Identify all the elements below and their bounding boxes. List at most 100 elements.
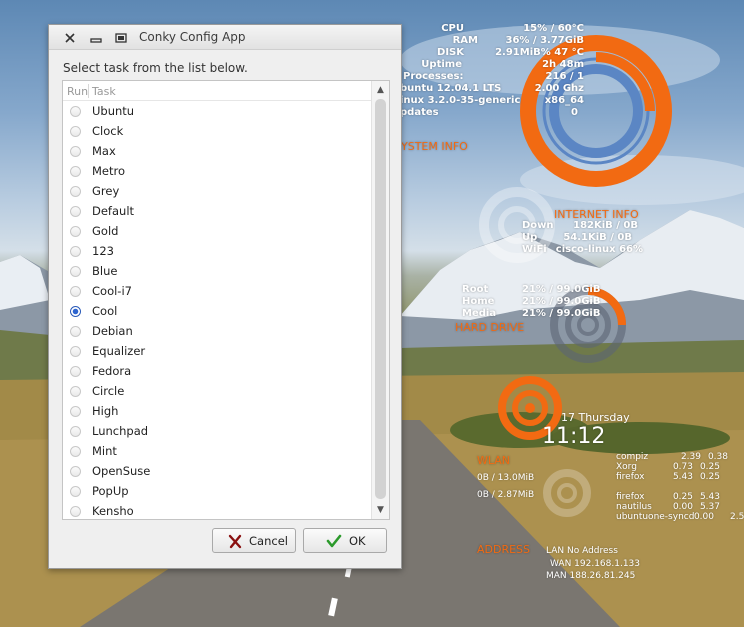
process-name: firefox — [616, 492, 645, 502]
window-title: Conky Config App — [139, 30, 246, 44]
window-titlebar[interactable]: Conky Config App — [49, 25, 401, 50]
task-row[interactable]: OpenSuse — [63, 461, 371, 481]
task-row[interactable]: Debian — [63, 321, 371, 341]
task-row[interactable]: Max — [63, 141, 371, 161]
task-label: Fedora — [92, 364, 132, 378]
run-radio-button[interactable] — [70, 106, 81, 117]
run-radio-button[interactable] — [70, 146, 81, 157]
ok-button[interactable]: OK — [303, 528, 387, 553]
task-row[interactable]: Cool — [63, 301, 371, 321]
run-radio-button[interactable] — [70, 206, 81, 217]
run-radio-button[interactable] — [70, 186, 81, 197]
ok-label: OK — [349, 534, 366, 548]
task-row[interactable]: Mint — [63, 441, 371, 461]
process-cpu: 2.39 — [680, 452, 701, 462]
task-row[interactable]: Fedora — [63, 361, 371, 381]
task-row[interactable]: Ubuntu — [63, 101, 371, 121]
task-row[interactable]: 123 — [63, 241, 371, 261]
run-radio-button[interactable] — [70, 226, 81, 237]
task-label: Lunchpad — [92, 424, 149, 438]
task-label: Ubuntu — [92, 104, 135, 118]
process-cpu: 0.00 — [693, 512, 714, 522]
task-row[interactable]: Equalizer — [63, 341, 371, 361]
conky-config-dialog: Conky Config App Select task from the li… — [48, 24, 402, 569]
run-radio-button[interactable] — [70, 306, 81, 317]
task-row[interactable]: Lunchpad — [63, 421, 371, 441]
sys-value: 216 / 1 — [545, 71, 584, 82]
run-radio-button[interactable] — [70, 326, 81, 337]
process-mem: 0.38 — [707, 452, 728, 462]
run-radio-button[interactable] — [70, 166, 81, 177]
sys-value: x86_64 — [544, 95, 584, 106]
run-radio-button[interactable] — [70, 386, 81, 397]
task-label: Cool-i7 — [92, 284, 132, 298]
task-list[interactable]: Run Task Ubuntu Clock Max Metro Grey Default G… — [62, 80, 390, 520]
net-label: Down — [522, 220, 554, 231]
cancel-button[interactable]: Cancel — [212, 528, 296, 553]
cancel-x-icon — [227, 533, 243, 549]
task-label: 123 — [92, 244, 114, 258]
sys-label: inux 3.2.0-35-generic — [400, 95, 521, 106]
run-radio-button[interactable] — [70, 406, 81, 417]
task-row[interactable]: Grey — [63, 181, 371, 201]
process-cpu: 0.25 — [672, 492, 693, 502]
column-divider — [88, 84, 89, 98]
task-rows: Ubuntu Clock Max Metro Grey Default Gold 123 Blu… — [63, 101, 371, 519]
task-row[interactable]: Clock — [63, 121, 371, 141]
maximize-icon[interactable] — [114, 30, 128, 44]
task-row[interactable]: High — [63, 401, 371, 421]
instruction-label: Select task from the list below. — [63, 61, 248, 75]
run-radio-button[interactable] — [70, 506, 81, 517]
task-label: PopUp — [92, 484, 129, 498]
sys-label: Processes: — [403, 71, 464, 82]
sys-value: 2.91MiB% 47 °C — [495, 47, 584, 58]
run-radio-button[interactable] — [70, 346, 81, 357]
task-row[interactable]: Kensho — [63, 501, 371, 519]
task-row[interactable]: Default — [63, 201, 371, 221]
process-cpu: 0.00 — [672, 502, 693, 512]
run-radio-button[interactable] — [70, 126, 81, 137]
process-mem: 0.25 — [699, 462, 720, 472]
process-name: compiz — [616, 452, 649, 462]
sys-label: buntu 12.04.1 LTS — [400, 83, 502, 94]
vertical-scrollbar[interactable]: ▲ ▼ — [371, 81, 389, 519]
run-radio-button[interactable] — [70, 286, 81, 297]
minimize-icon[interactable] — [89, 30, 103, 44]
man-address: MAN 188.26.81.245 — [546, 571, 636, 581]
sys-value: 2.00 Ghz — [534, 83, 584, 94]
sys-label: RAM — [452, 35, 478, 46]
run-radio-button[interactable] — [70, 426, 81, 437]
run-radio-button[interactable] — [70, 486, 81, 497]
process-mem: 5.43 — [699, 492, 720, 502]
checkmark-icon — [326, 533, 342, 549]
task-label: Default — [92, 204, 135, 218]
scroll-down-icon[interactable]: ▼ — [372, 501, 389, 519]
task-row[interactable]: Metro — [63, 161, 371, 181]
run-radio-button[interactable] — [70, 466, 81, 477]
column-header-run[interactable]: Run — [67, 85, 88, 98]
task-row[interactable]: PopUp — [63, 481, 371, 501]
scrollbar-thumb[interactable] — [375, 99, 386, 499]
run-radio-button[interactable] — [70, 366, 81, 377]
run-radio-button[interactable] — [70, 246, 81, 257]
clock-date: 17 Thursday — [561, 411, 630, 424]
sys-value: 15% / 60°C — [523, 23, 584, 34]
task-label: Grey — [92, 184, 120, 198]
task-label: Blue — [92, 264, 118, 278]
address-heading: ADDRESS — [477, 543, 531, 556]
wlan-down: 0B / 13.0MiB — [477, 473, 535, 483]
scroll-up-icon[interactable]: ▲ — [372, 81, 389, 99]
sys-label: DISK — [437, 47, 464, 58]
process-name: Xorg — [616, 462, 637, 472]
close-icon[interactable] — [63, 30, 77, 44]
run-radio-button[interactable] — [70, 266, 81, 277]
task-label: Kensho — [92, 504, 134, 518]
system-info-heading: YSTEM INFO — [401, 140, 468, 153]
task-row[interactable]: Gold — [63, 221, 371, 241]
task-row[interactable]: Circle — [63, 381, 371, 401]
drive-value: 21% / 99.0GiB — [522, 284, 601, 295]
task-row[interactable]: Cool-i7 — [63, 281, 371, 301]
task-row[interactable]: Blue — [63, 261, 371, 281]
column-header-task[interactable]: Task — [92, 85, 116, 98]
run-radio-button[interactable] — [70, 446, 81, 457]
